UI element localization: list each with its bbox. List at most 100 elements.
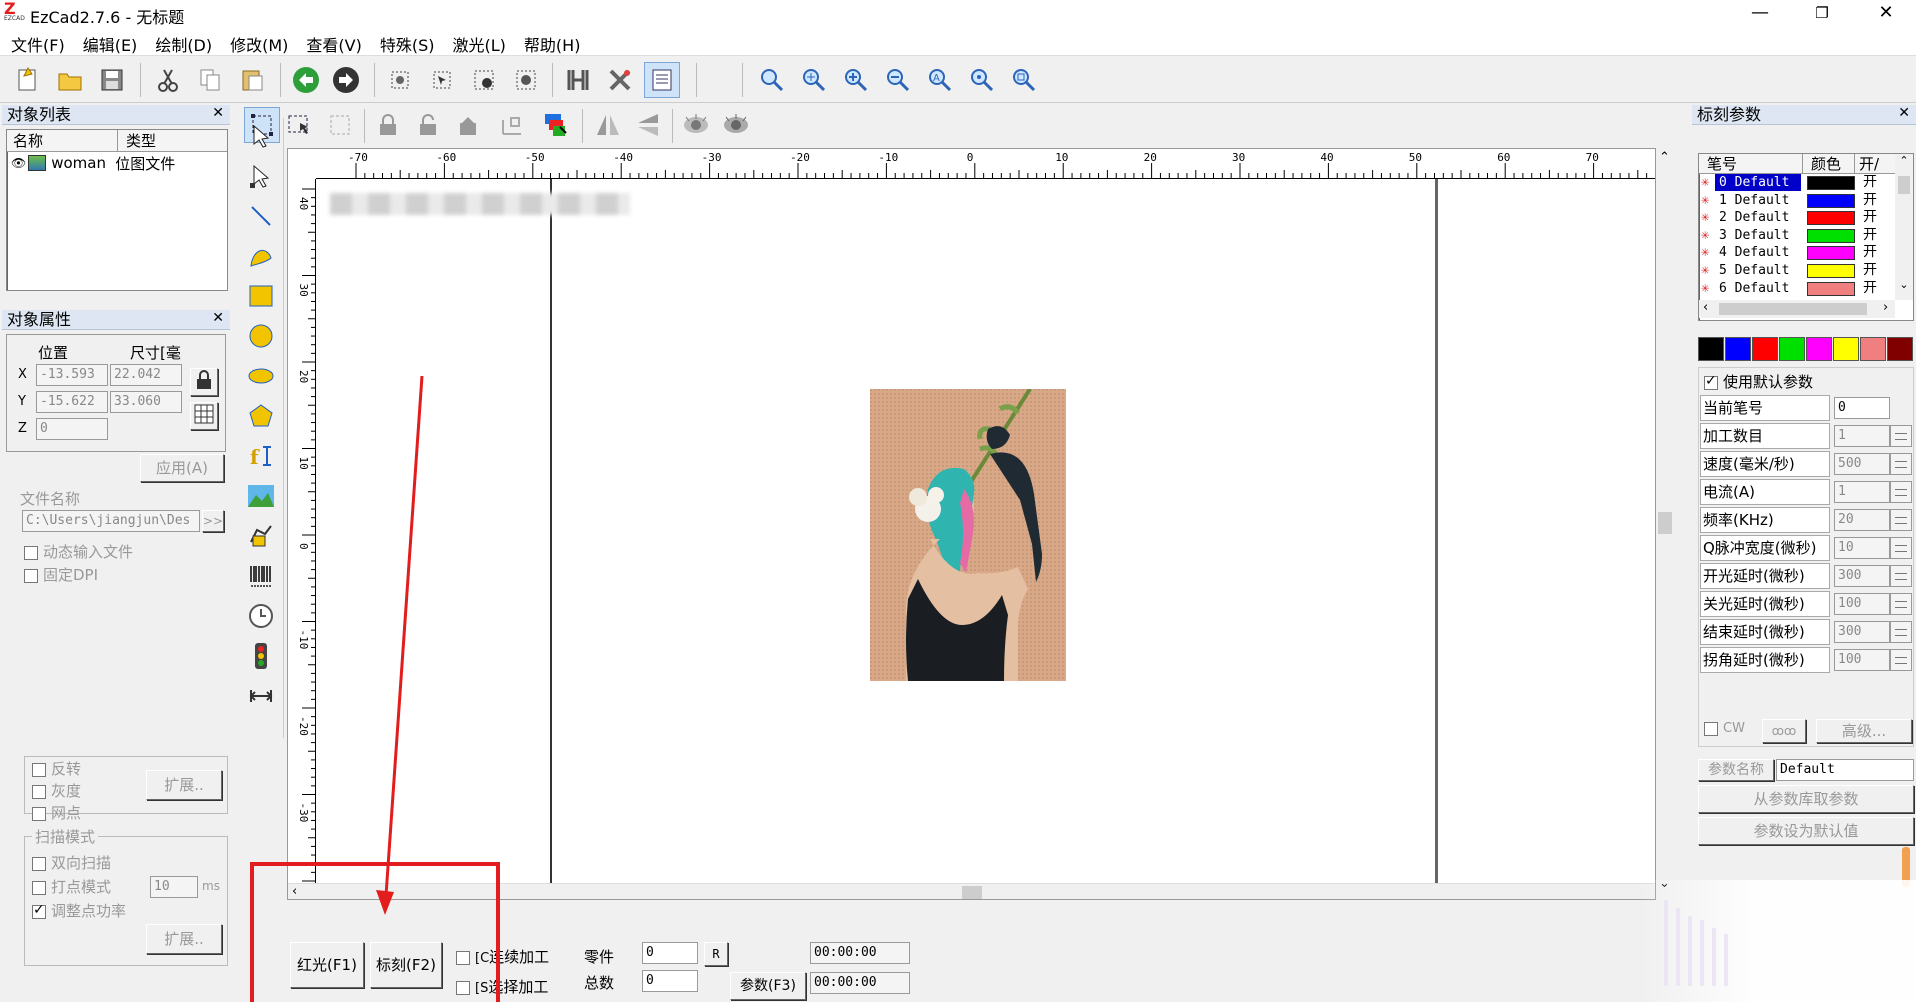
fixed-dpi-checkbox[interactable]: 固定DPI xyxy=(24,564,98,585)
y-position-field[interactable]: -15.622 xyxy=(36,391,108,413)
lock-icon[interactable] xyxy=(370,107,406,143)
x-size-field[interactable]: 22.042 xyxy=(110,364,182,386)
param-name-field[interactable]: Default xyxy=(1776,759,1914,781)
scroll-thumb-v[interactable] xyxy=(1658,512,1672,534)
restore-icon[interactable]: ❐ xyxy=(1792,0,1852,28)
use-default-checkbox[interactable]: 使用默认参数 xyxy=(1704,371,1813,392)
menu-item-7[interactable]: 帮助(H) xyxy=(515,28,590,60)
palette-color-swatch[interactable] xyxy=(1833,337,1859,361)
menu-item-0[interactable]: 文件(F) xyxy=(2,28,74,60)
paste-icon[interactable] xyxy=(234,62,270,98)
timer-tool-icon[interactable] xyxy=(242,598,280,634)
palette-color-swatch[interactable] xyxy=(1725,337,1751,361)
spin-icon[interactable] xyxy=(1890,453,1912,475)
palette-color-swatch[interactable] xyxy=(1698,337,1724,361)
pen-row[interactable]: ✳ 6 Default 开 xyxy=(1699,280,1913,298)
pen-row[interactable]: ✳ 0 Default 开 xyxy=(1699,174,1913,192)
pen-color-swatch[interactable] xyxy=(1807,246,1855,261)
list-item[interactable]: 👁 woman 位图文件 xyxy=(7,152,227,174)
scroll-thumb-h[interactable] xyxy=(962,886,982,899)
param-value-field[interactable]: 10 xyxy=(1834,537,1890,559)
close-icon[interactable]: ✕ xyxy=(1856,0,1916,28)
spin-icon[interactable] xyxy=(1890,649,1912,671)
x-position-field[interactable]: -13.593 xyxy=(36,364,108,386)
spin-icon[interactable] xyxy=(1890,509,1912,531)
pen-color-swatch[interactable] xyxy=(1807,193,1855,208)
z-position-field[interactable]: 0 xyxy=(36,418,108,440)
copy-icon[interactable] xyxy=(192,62,228,98)
lock-ratio-icon[interactable] xyxy=(190,368,218,396)
new-file-icon[interactable] xyxy=(10,62,46,98)
adjust-power-checkbox[interactable]: 调整点功率 xyxy=(32,900,126,921)
circle-tool-icon[interactable] xyxy=(242,318,280,354)
pen-enabled[interactable]: 开 xyxy=(1863,209,1877,226)
dither-checkbox[interactable]: 网点 xyxy=(32,802,81,823)
spin-icon[interactable] xyxy=(1890,593,1912,615)
from-library-button[interactable]: 从参数库取参数 xyxy=(1698,785,1914,813)
palette-color-swatch[interactable] xyxy=(1860,337,1886,361)
browse-button[interactable]: >> xyxy=(202,510,224,532)
extend-axis-tool-icon[interactable] xyxy=(242,678,280,714)
invert-checkbox[interactable]: 反转 xyxy=(32,758,81,779)
params-button[interactable]: 参数(F3) xyxy=(730,972,806,1000)
spin-icon[interactable] xyxy=(1890,565,1912,587)
param-value-field[interactable]: 1 xyxy=(1834,481,1890,503)
open-folder-icon[interactable] xyxy=(52,62,88,98)
spin-icon[interactable] xyxy=(1890,537,1912,559)
dot-value-field[interactable]: 10 xyxy=(150,876,198,898)
menu-item-1[interactable]: 编辑(E) xyxy=(74,28,147,60)
param-value-field[interactable]: 500 xyxy=(1834,453,1890,475)
node-edit-icon[interactable] xyxy=(382,62,418,98)
node-edit-tool-icon[interactable] xyxy=(242,158,280,194)
cut-icon[interactable] xyxy=(150,62,186,98)
menu-item-4[interactable]: 查看(V) xyxy=(297,28,370,60)
zoom-out-icon[interactable] xyxy=(880,62,916,98)
palette-color-swatch[interactable] xyxy=(1779,337,1805,361)
param-value-field[interactable]: 100 xyxy=(1834,593,1890,615)
save-icon[interactable] xyxy=(94,62,130,98)
pen-list-vscroll[interactable]: ⌃ ⌄ xyxy=(1895,154,1913,300)
rectangle-tool-icon[interactable] xyxy=(242,278,280,314)
param-value-field[interactable]: 0 xyxy=(1834,397,1890,419)
pointer-icon[interactable] xyxy=(242,118,280,154)
expand-button[interactable]: 扩展.. xyxy=(146,770,222,800)
pen-row[interactable]: ✳ 4 Default 开 xyxy=(1699,244,1913,262)
pen-color-swatch[interactable] xyxy=(1807,228,1855,243)
zoom-page-icon[interactable] xyxy=(1006,62,1042,98)
palette-color-swatch[interactable] xyxy=(1752,337,1778,361)
set-default-button[interactable]: 参数设为默认值 xyxy=(1698,817,1914,845)
layer-color-icon[interactable] xyxy=(538,107,574,143)
spin-icon[interactable] xyxy=(1890,481,1912,503)
close-icon[interactable]: ✕ xyxy=(212,105,224,121)
advanced-button[interactable]: 高级... xyxy=(1816,719,1912,743)
eye-icon[interactable]: 👁 xyxy=(11,156,26,170)
cw-checkbox[interactable]: CW xyxy=(1704,721,1745,736)
invert-select-icon[interactable] xyxy=(322,107,358,143)
vector-file-tool-icon[interactable] xyxy=(242,518,280,554)
vertical-scrollbar[interactable]: ⌃ ⌄ xyxy=(1656,148,1674,900)
menu-item-2[interactable]: 绘制(D) xyxy=(146,28,221,60)
close-icon[interactable]: ✕ xyxy=(212,310,224,326)
spin-icon[interactable] xyxy=(1890,425,1912,447)
reset-button[interactable]: R xyxy=(704,942,728,966)
pen-enabled[interactable]: 开 xyxy=(1863,280,1877,297)
pen-color-swatch[interactable] xyxy=(1807,263,1855,278)
pen-enabled[interactable]: 开 xyxy=(1863,244,1877,261)
menu-item-6[interactable]: 激光(L) xyxy=(444,28,515,60)
menu-item-5[interactable]: 特殊(S) xyxy=(371,28,444,60)
wobble-button[interactable]: ꝏꝏ xyxy=(1762,719,1806,743)
scroll-up-icon[interactable]: ⌃ xyxy=(1659,150,1670,165)
apply-button[interactable]: 应用(A) xyxy=(140,454,224,482)
total-count-field[interactable]: 0 xyxy=(642,970,698,992)
column-header-type[interactable]: 类型 xyxy=(118,130,227,151)
pen-row[interactable]: ✳ 3 Default 开 xyxy=(1699,227,1913,245)
pen-color-swatch[interactable] xyxy=(1807,281,1855,296)
pen-list-hscroll[interactable]: ‹ › xyxy=(1699,300,1895,318)
menu-item-3[interactable]: 修改(M) xyxy=(221,28,297,60)
y-size-field[interactable]: 33.060 xyxy=(110,391,182,413)
undo-icon[interactable] xyxy=(288,62,324,98)
position-grid-icon[interactable] xyxy=(190,402,218,430)
part-count-field[interactable]: 0 xyxy=(642,942,698,964)
unlock-icon[interactable] xyxy=(410,107,446,143)
text-tool-icon[interactable]: f xyxy=(242,438,280,474)
